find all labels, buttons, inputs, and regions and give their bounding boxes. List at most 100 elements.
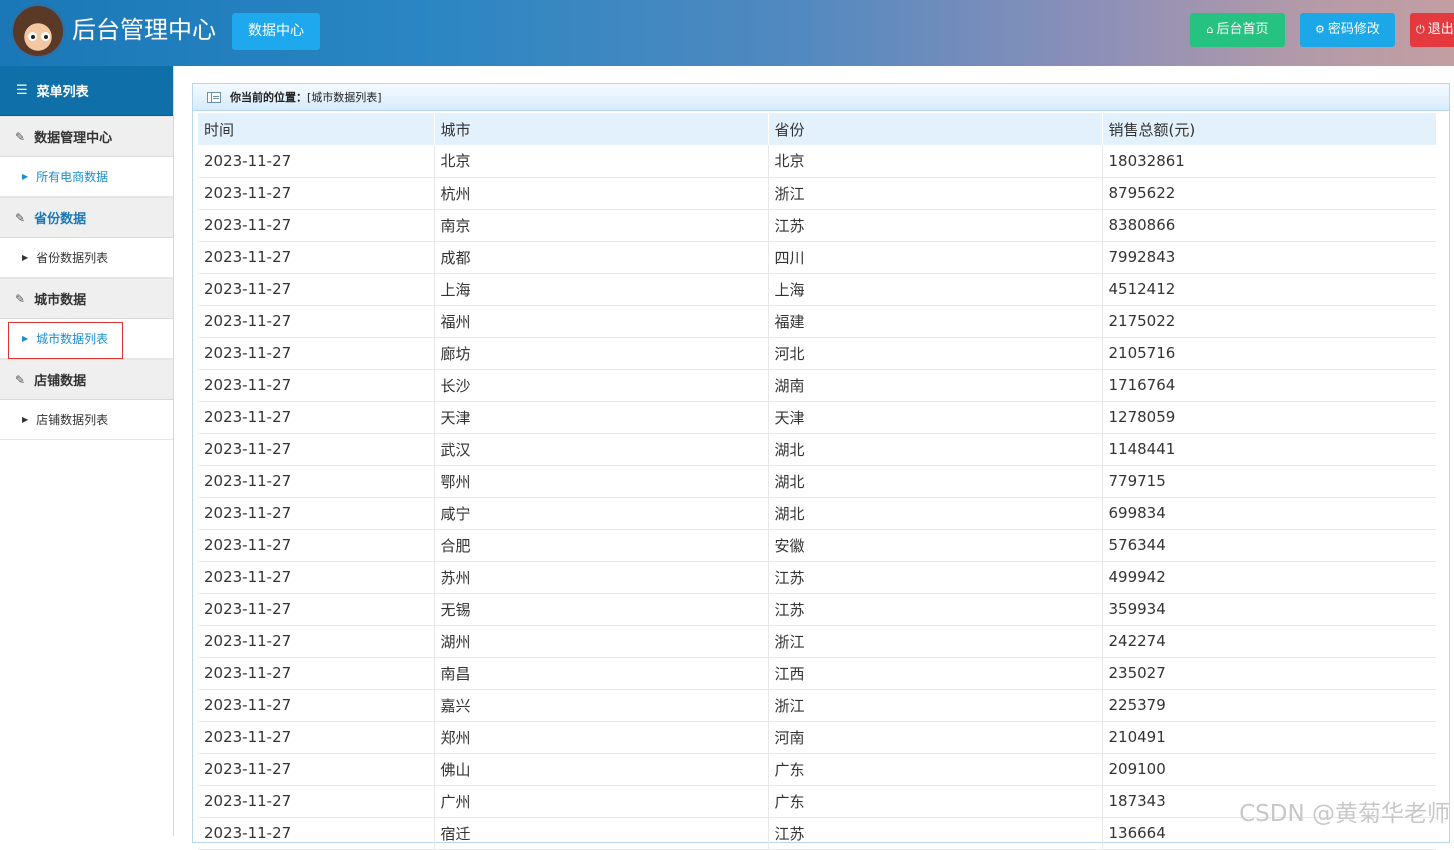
sidebar-item-city-list[interactable]: ▶ 城市数据列表 (0, 319, 173, 359)
cell-sales: 699834 (1102, 497, 1436, 529)
cell-city: 天津 (434, 401, 768, 433)
table-row: 2023-11-27上海上海4512412 (198, 273, 1436, 305)
column-header-time[interactable]: 时间 (198, 113, 434, 145)
cell-city: 上海 (434, 273, 768, 305)
cell-time: 2023-11-27 (198, 497, 434, 529)
edit-icon: ✎ (15, 130, 25, 144)
cell-province: 河南 (768, 721, 1102, 753)
cell-province: 江苏 (768, 561, 1102, 593)
sidebar-heading: ☰ 菜单列表 (0, 66, 173, 116)
breadcrumb-value: [城市数据列表] (307, 89, 382, 105)
cell-province: 江苏 (768, 817, 1102, 849)
cell-city: 广州 (434, 785, 768, 817)
sidebar-item-all-ecommerce[interactable]: ▶ 所有电商数据 (0, 157, 173, 197)
cell-city: 杭州 (434, 177, 768, 209)
cell-time: 2023-11-27 (198, 145, 434, 177)
caret-right-icon: ▶ (22, 415, 28, 424)
cell-city: 嘉兴 (434, 689, 768, 721)
cell-sales: 7992843 (1102, 241, 1436, 273)
cell-city: 南京 (434, 209, 768, 241)
caret-right-icon: ▶ (22, 172, 28, 181)
cell-province: 广东 (768, 753, 1102, 785)
table-row: 2023-11-27武汉湖北1148441 (198, 433, 1436, 465)
cell-sales: 209100 (1102, 753, 1436, 785)
cell-sales: 499942 (1102, 561, 1436, 593)
table-row: 2023-11-27苏州江苏499942 (198, 561, 1436, 593)
cell-time: 2023-11-27 (198, 689, 434, 721)
breadcrumb-label: 你当前的位置： (230, 89, 307, 105)
cell-sales: 235027 (1102, 657, 1436, 689)
column-header-city[interactable]: 城市 (434, 113, 768, 145)
data-center-label: 数据中心 (248, 23, 304, 39)
cell-city: 苏州 (434, 561, 768, 593)
cell-sales: 2105716 (1102, 337, 1436, 369)
sidebar-item-store-list[interactable]: ▶ 店铺数据列表 (0, 400, 173, 440)
sidebar-group-label: 省份数据 (34, 208, 86, 227)
edit-icon: ✎ (15, 292, 25, 306)
table-row: 2023-11-27咸宁湖北699834 (198, 497, 1436, 529)
cell-province: 上海 (768, 273, 1102, 305)
data-center-button[interactable]: 数据中心 (232, 13, 320, 50)
cell-province: 福建 (768, 305, 1102, 337)
sidebar-item-label: 店铺数据列表 (36, 411, 108, 428)
cell-city: 北京 (434, 145, 768, 177)
change-password-button[interactable]: ⚙密码修改 (1300, 13, 1395, 47)
exit-button[interactable]: ⏻退出 (1410, 13, 1454, 47)
home-button[interactable]: ⌂后台首页 (1190, 13, 1285, 47)
cell-sales: 8380866 (1102, 209, 1436, 241)
password-label: 密码修改 (1328, 22, 1380, 37)
cell-sales: 1716764 (1102, 369, 1436, 401)
table-row: 2023-11-27无锡江苏359934 (198, 593, 1436, 625)
cell-time: 2023-11-27 (198, 241, 434, 273)
column-header-sales[interactable]: 销售总额(元) (1102, 113, 1436, 145)
cell-province: 江苏 (768, 209, 1102, 241)
table-row: 2023-11-27湖州浙江242274 (198, 625, 1436, 657)
cell-province: 北京 (768, 145, 1102, 177)
cell-time: 2023-11-27 (198, 177, 434, 209)
list-icon: ☰ (16, 83, 28, 98)
sidebar: ☰ 菜单列表 ✎ 数据管理中心 ▶ 所有电商数据 ✎ 省份数据 ▶ 省份数据列表… (0, 66, 174, 836)
cell-city: 廊坊 (434, 337, 768, 369)
sidebar-group-data-center[interactable]: ✎ 数据管理中心 (0, 116, 173, 157)
cell-sales: 18032861 (1102, 145, 1436, 177)
table-row: 2023-11-27嘉兴浙江225379 (198, 689, 1436, 721)
cell-time: 2023-11-27 (198, 305, 434, 337)
cell-city: 佛山 (434, 753, 768, 785)
cell-time: 2023-11-27 (198, 529, 434, 561)
cell-time: 2023-11-27 (198, 273, 434, 305)
table-row: 2023-11-27鄂州湖北779715 (198, 465, 1436, 497)
edit-icon: ✎ (15, 373, 25, 387)
cell-province: 浙江 (768, 689, 1102, 721)
cell-province: 湖北 (768, 497, 1102, 529)
cell-time: 2023-11-27 (198, 625, 434, 657)
cell-province: 浙江 (768, 625, 1102, 657)
panel-icon (207, 92, 221, 103)
cell-sales: 4512412 (1102, 273, 1436, 305)
cell-sales: 359934 (1102, 593, 1436, 625)
cell-sales: 2175022 (1102, 305, 1436, 337)
sidebar-group-label: 城市数据 (34, 289, 86, 308)
sidebar-group-city[interactable]: ✎ 城市数据 (0, 278, 173, 319)
cell-province: 湖北 (768, 465, 1102, 497)
table-row: 2023-11-27天津天津1278059 (198, 401, 1436, 433)
table-row: 2023-11-27廊坊河北2105716 (198, 337, 1436, 369)
table-row: 2023-11-27福州福建2175022 (198, 305, 1436, 337)
wrench-icon: ⚙ (1315, 13, 1325, 47)
column-header-province[interactable]: 省份 (768, 113, 1102, 145)
sidebar-heading-label: 菜单列表 (37, 81, 89, 100)
content-panel: 你当前的位置： [城市数据列表] 时间 城市 省份 销售总额(元) 2023-1… (192, 83, 1450, 843)
cell-city: 无锡 (434, 593, 768, 625)
sidebar-group-province[interactable]: ✎ 省份数据 (0, 197, 173, 238)
cartoon-avatar-icon (11, 4, 65, 58)
cell-city: 宿迁 (434, 817, 768, 849)
home-icon: ⌂ (1207, 13, 1214, 47)
sidebar-item-province-list[interactable]: ▶ 省份数据列表 (0, 238, 173, 278)
sidebar-group-store[interactable]: ✎ 店铺数据 (0, 359, 173, 400)
edit-icon: ✎ (15, 211, 25, 225)
cell-province: 天津 (768, 401, 1102, 433)
cell-sales: 576344 (1102, 529, 1436, 561)
exit-label: 退出 (1428, 22, 1454, 37)
sidebar-item-label: 省份数据列表 (36, 249, 108, 266)
sidebar-group-label: 数据管理中心 (34, 127, 112, 146)
watermark: CSDN @黄菊华老师 (1239, 794, 1450, 828)
